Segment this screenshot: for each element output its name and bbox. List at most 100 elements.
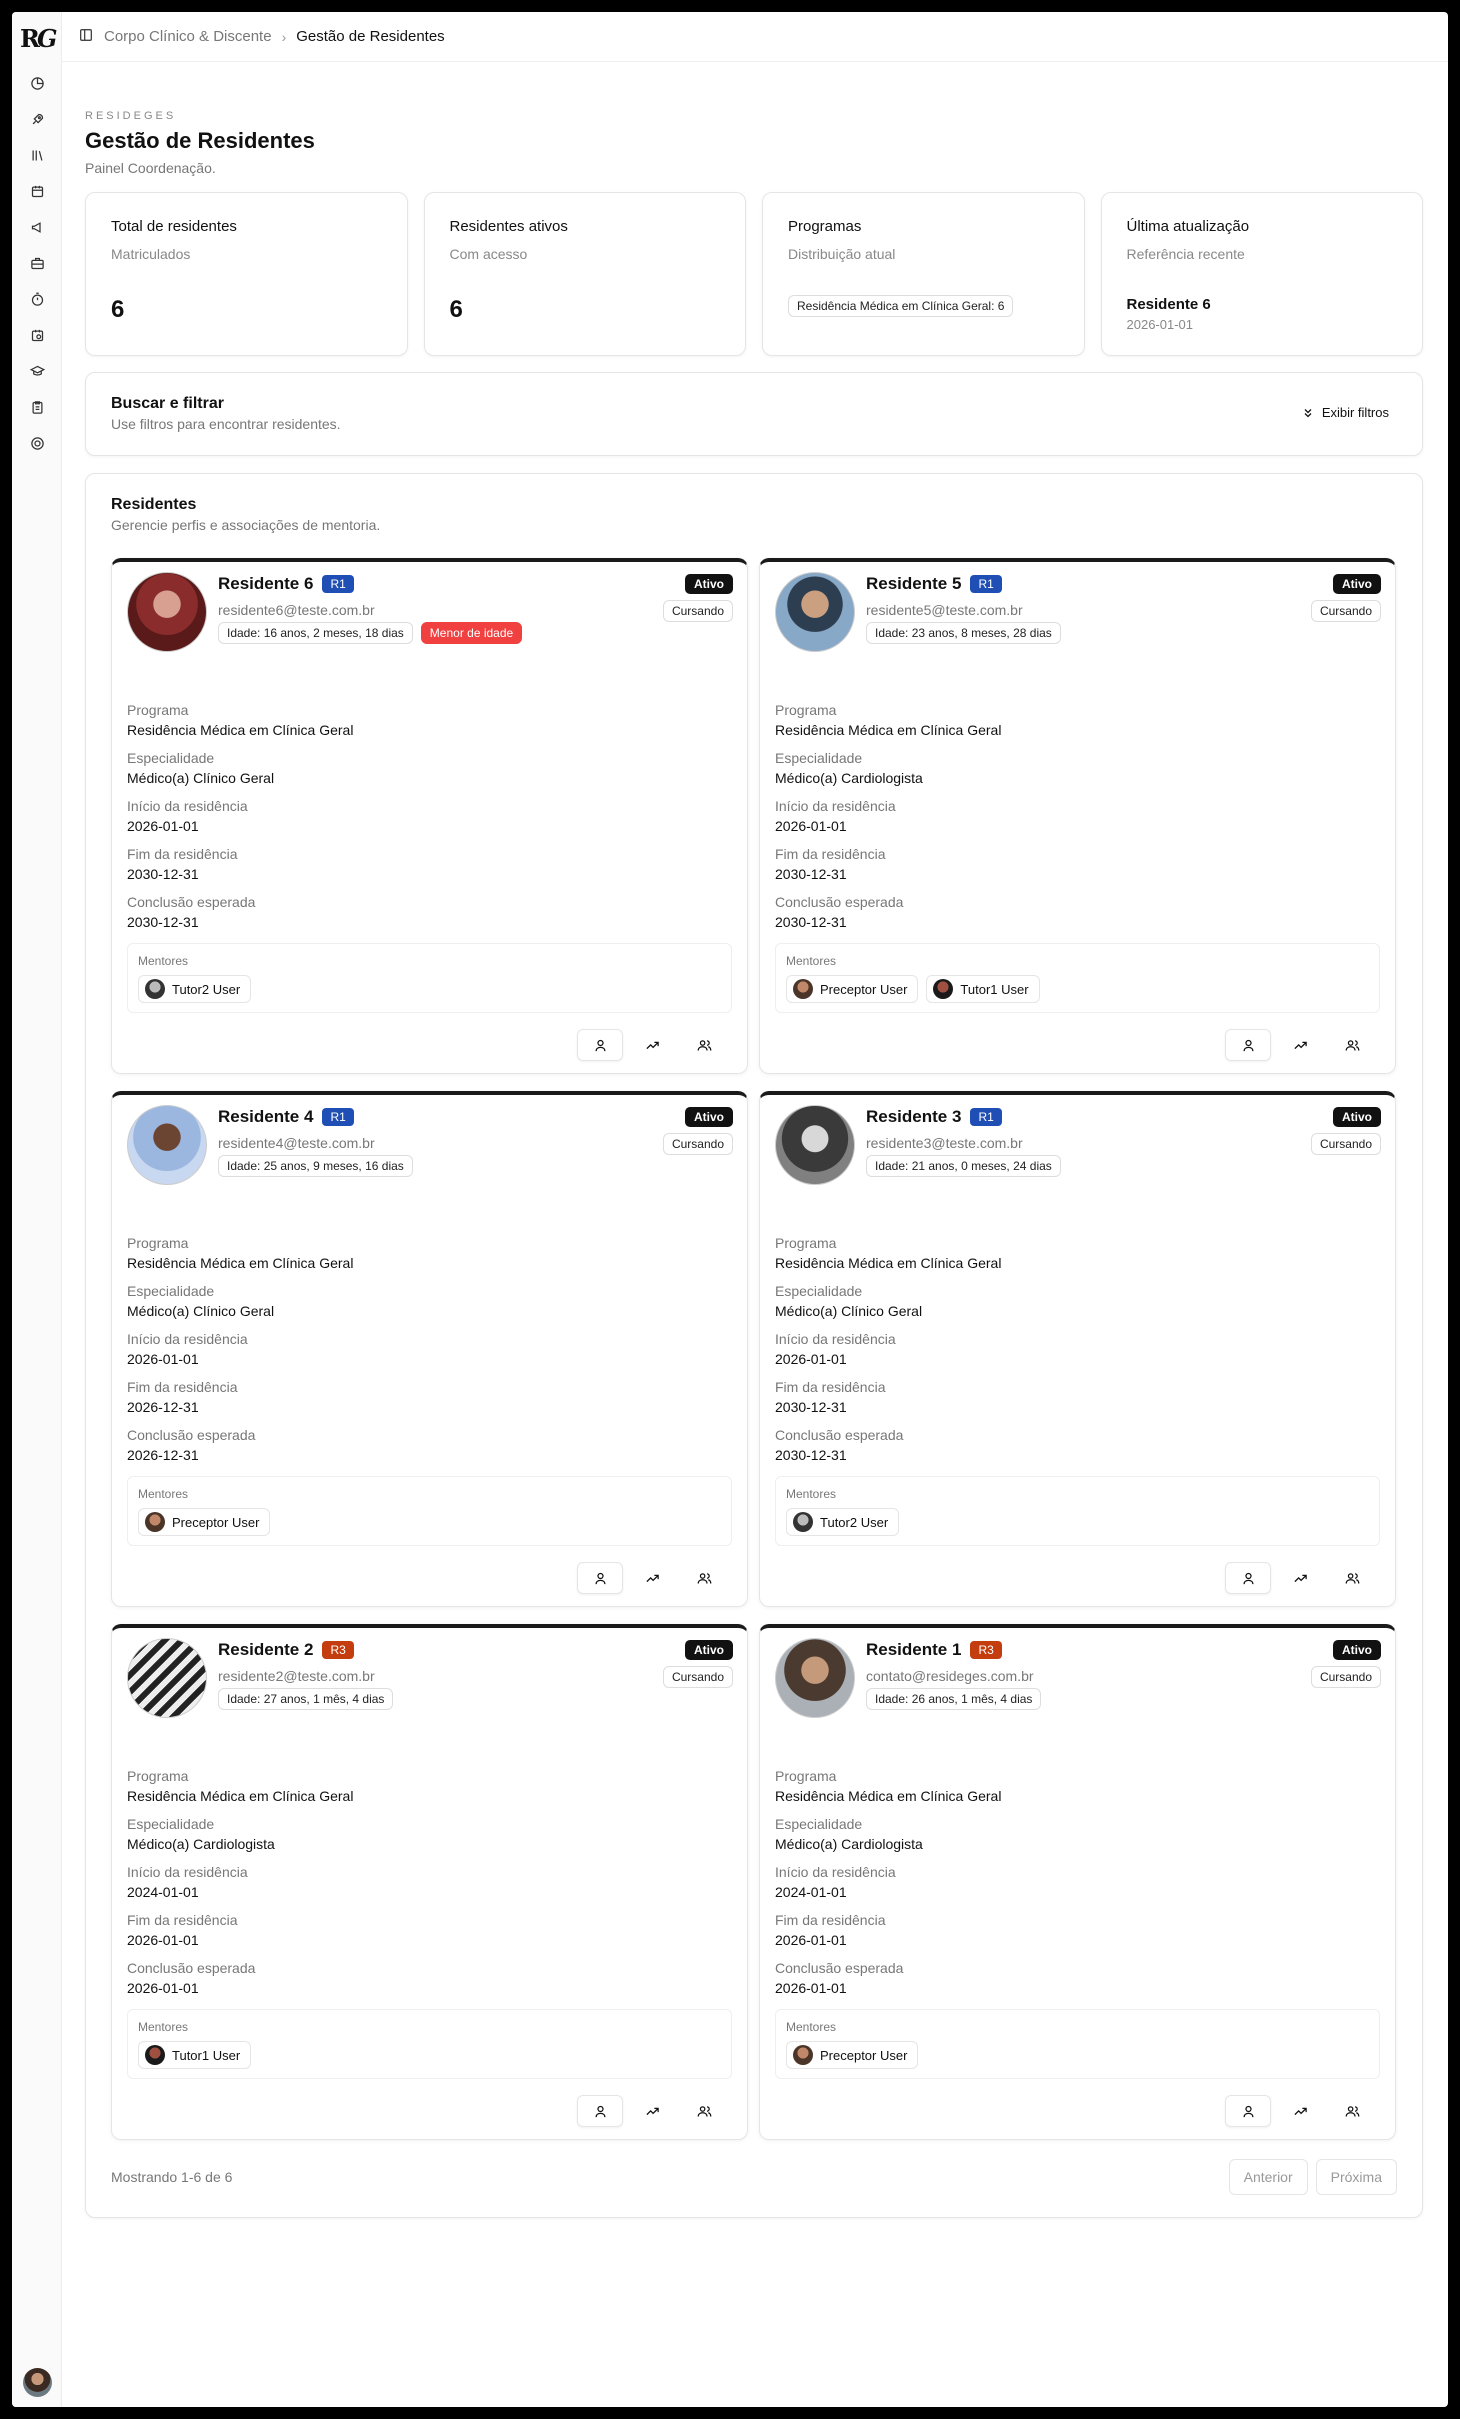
end-value: 2026-01-01	[127, 1932, 199, 1948]
stat-last-update: Última atualização Referência recente Re…	[1100, 192, 1423, 356]
start-label: Início da residência	[775, 1864, 896, 1880]
progress-button[interactable]	[1277, 1562, 1323, 1594]
resident-avatar	[775, 1638, 855, 1718]
mentors-button[interactable]	[681, 2095, 727, 2127]
page-subtitle: Painel Coordenação.	[85, 160, 216, 176]
users-icon	[1345, 1572, 1359, 1584]
view-profile-button[interactable]	[1225, 1029, 1271, 1061]
expected-value: 2030-12-31	[775, 1447, 847, 1463]
expected-value: 2026-12-31	[127, 1447, 199, 1463]
progress-button[interactable]	[1277, 1029, 1323, 1061]
mentors-label: Mentores	[786, 954, 837, 968]
resident-name[interactable]: Residente 6	[218, 574, 313, 594]
breadcrumb-parent[interactable]: Corpo Clínico & Discente	[104, 28, 272, 45]
clipboard-icon[interactable]	[12, 400, 62, 415]
main-content: RESIDEGES Gestão de Residentes Painel Co…	[85, 110, 1423, 2218]
mentors-button[interactable]	[1329, 2095, 1375, 2127]
expected-label: Conclusão esperada	[775, 894, 904, 910]
support-icon[interactable]	[12, 436, 62, 451]
show-filters-button[interactable]: Exibir filtros	[1302, 405, 1389, 420]
phase-badge: Cursando	[1310, 1133, 1381, 1155]
mentors-label: Mentores	[138, 1487, 189, 1501]
phase-badge: Cursando	[1310, 600, 1381, 622]
library-icon[interactable]	[12, 148, 62, 163]
calendar-clock-icon[interactable]	[12, 328, 62, 343]
graduation-cap-icon[interactable]	[12, 364, 62, 379]
previous-page-button[interactable]: Anterior	[1228, 2159, 1308, 2195]
specialty-value: Médico(a) Clínico Geral	[127, 770, 275, 786]
end-label: Fim da residência	[775, 846, 886, 862]
mentors-button[interactable]	[681, 1562, 727, 1594]
mentors-list: Preceptor User Tutor1 User	[786, 975, 1369, 1003]
residency-year-badge: R1	[322, 575, 354, 593]
residency-year-badge: R1	[970, 575, 1002, 593]
resident-email: residente5@teste.com.br	[866, 602, 1023, 618]
stat-value: 6	[449, 296, 463, 323]
mentors-label: Mentores	[138, 954, 189, 968]
app-logo[interactable]: RG	[20, 24, 57, 53]
resident-name[interactable]: Residente 1	[866, 1640, 961, 1660]
stat-subtitle: Referência recente	[1126, 246, 1245, 262]
expected-label: Conclusão esperada	[127, 894, 256, 910]
view-profile-button[interactable]	[1225, 2095, 1271, 2127]
start-value: 2026-01-01	[775, 1351, 847, 1367]
resident-name[interactable]: Residente 5	[866, 574, 961, 594]
megaphone-icon[interactable]	[12, 220, 62, 235]
mentor-chip[interactable]: Tutor2 User	[786, 1508, 900, 1536]
resident-email: residente3@teste.com.br	[866, 1135, 1023, 1151]
residents-panel: Residentes Gerencie perfis e associações…	[85, 473, 1423, 2218]
rocket-icon[interactable]	[12, 112, 62, 127]
briefcase-icon[interactable]	[12, 256, 62, 271]
mentors-button[interactable]	[681, 1029, 727, 1061]
mentor-avatar	[793, 979, 813, 999]
mentor-chip[interactable]: Preceptor User	[786, 2041, 919, 2069]
resident-name[interactable]: Residente 4	[218, 1107, 313, 1127]
mentor-chip[interactable]: Tutor2 User	[138, 975, 252, 1003]
progress-button[interactable]	[629, 2095, 675, 2127]
user-avatar[interactable]	[23, 2368, 52, 2397]
mentors-button[interactable]	[1329, 1562, 1375, 1594]
resident-avatar	[775, 572, 855, 652]
specialty-value: Médico(a) Cardiologista	[127, 1836, 275, 1852]
view-profile-button[interactable]	[577, 1029, 623, 1061]
sidebar-toggle-icon[interactable]	[78, 27, 94, 47]
mentors-button[interactable]	[1329, 1029, 1375, 1061]
view-profile-button[interactable]	[1225, 1562, 1271, 1594]
specialty-label: Especialidade	[775, 1283, 863, 1299]
view-profile-button[interactable]	[577, 1562, 623, 1594]
mentor-chip[interactable]: Tutor1 User	[926, 975, 1040, 1003]
specialty-value: Médico(a) Cardiologista	[775, 770, 923, 786]
mentor-name: Tutor2 User	[820, 1514, 889, 1530]
progress-button[interactable]	[629, 1029, 675, 1061]
resident-name[interactable]: Residente 3	[866, 1107, 961, 1127]
view-profile-button[interactable]	[577, 2095, 623, 2127]
mentors-list: Tutor1 User	[138, 2041, 721, 2069]
start-label: Início da residência	[127, 798, 248, 814]
users-icon	[697, 1039, 711, 1051]
mentor-name: Preceptor User	[172, 1514, 260, 1530]
specialty-label: Especialidade	[775, 750, 863, 766]
status-badge: Ativo	[685, 574, 733, 594]
calendar-icon[interactable]	[12, 184, 62, 199]
page-eyebrow: RESIDEGES	[85, 110, 177, 122]
progress-button[interactable]	[1277, 2095, 1323, 2127]
next-page-button[interactable]: Próxima	[1315, 2159, 1397, 2195]
mentor-chip[interactable]: Preceptor User	[786, 975, 919, 1003]
mentor-chip[interactable]: Tutor1 User	[138, 2041, 252, 2069]
resident-avatar	[127, 1638, 207, 1718]
stat-title: Residentes ativos	[449, 218, 568, 235]
resident-name[interactable]: Residente 2	[218, 1640, 313, 1660]
expected-value: 2030-12-31	[127, 914, 199, 930]
mentor-chip[interactable]: Preceptor User	[138, 1508, 271, 1536]
dashboard-icon[interactable]	[12, 76, 62, 91]
stat-total: Total de residentes Matriculados 6	[85, 192, 408, 356]
program-label: Programa	[127, 702, 189, 718]
status-badge: Ativo	[1333, 574, 1381, 594]
progress-button[interactable]	[629, 1562, 675, 1594]
residents-title: Residentes	[111, 496, 197, 513]
end-value: 2026-12-31	[127, 1399, 199, 1415]
mentors-label: Mentores	[786, 1487, 837, 1501]
stopwatch-icon[interactable]	[12, 292, 62, 307]
resident-avatar	[775, 1105, 855, 1185]
minor-badge: Menor de idade	[420, 622, 523, 644]
